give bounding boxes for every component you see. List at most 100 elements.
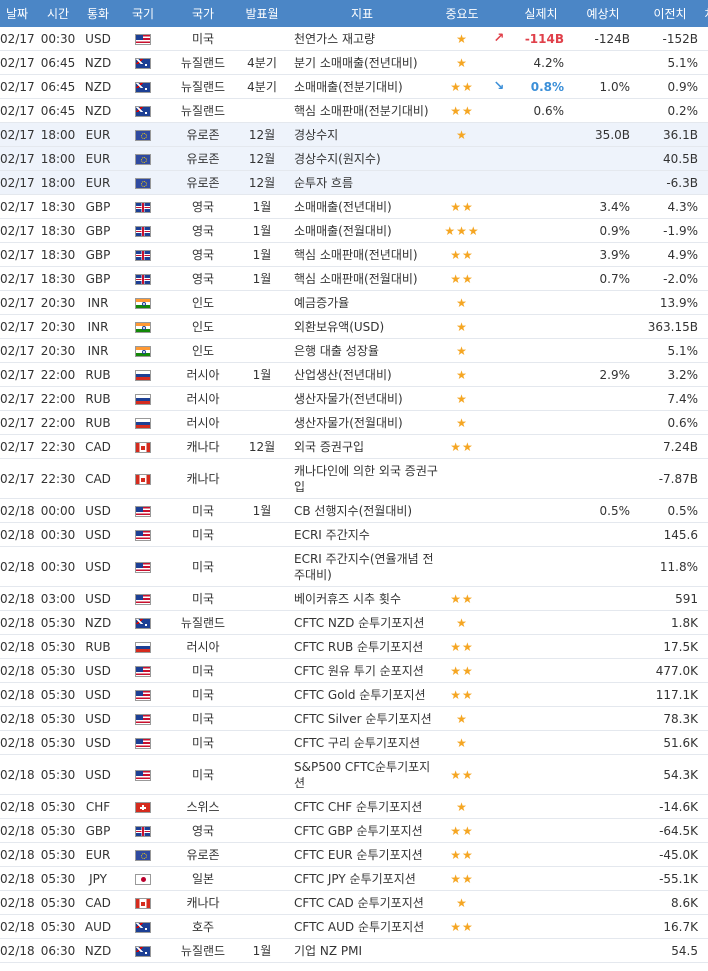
country-cell: 러시아 [168, 634, 238, 659]
us-flag-icon [135, 665, 151, 677]
table-row[interactable]: 02/17 06:45 NZD 뉴질랜드 핵심 소매판매(전분기대비) ★★ 0.6% 0.2… [0, 98, 708, 123]
table-row[interactable]: 02/18 05:30 AUD 호주 CFTC AUD 순투기포지션 ★★ 16.7K [0, 914, 708, 939]
period-cell [238, 610, 286, 635]
date-cell: 02/18 [0, 522, 38, 547]
forecast-cell [570, 98, 636, 123]
table-row[interactable]: 02/17 20:30 INR 인도 은행 대출 성장율 ★ 5.1% [0, 338, 708, 363]
header-date[interactable]: 날짜 [0, 0, 38, 27]
table-row[interactable]: 02/17 22:30 CAD 캐나다 캐나다인에 의한 외국 증권구입 -7.87B [0, 458, 708, 499]
header-indicator[interactable]: 지표 [286, 0, 438, 27]
importance-stars-icon: ★★ [450, 247, 474, 262]
importance-cell: ★ [438, 50, 486, 75]
table-row[interactable]: 02/18 00:00 USD 미국 1월 CB 선행지수(전월대비) 0.5% 0.5% [0, 498, 708, 523]
table-row[interactable]: 02/17 18:30 GBP 영국 1월 핵심 소매판매(전년대비) ★★ 3.9% 4.9% [0, 242, 708, 267]
date-cell: 02/17 [0, 362, 38, 387]
indicator-cell: CFTC 구리 순투기포지션 [286, 730, 438, 755]
header-extra[interactable]: 차 [704, 0, 708, 27]
table-row[interactable]: 02/18 05:30 CAD 캐나다 CFTC CAD 순투기포지션 ★ 8.6K [0, 890, 708, 915]
date-cell: 02/18 [0, 754, 38, 795]
table-row[interactable]: 02/18 00:30 USD 미국 ECRI 주간지수(연율개념 전주대비) 11.8% [0, 546, 708, 587]
table-row[interactable]: 02/17 06:45 NZD 뉴질랜드 4분기 소매매출(전분기대비) ★★ ↘ 0.8% 1.… [0, 74, 708, 99]
gb-flag-icon [135, 249, 151, 261]
table-row[interactable]: 02/17 18:00 EUR 유로존 12월 경상수지(원지수) 40.5B [0, 146, 708, 171]
extra-cell [704, 658, 708, 683]
importance-cell: ★ [438, 610, 486, 635]
date-cell: 02/17 [0, 122, 38, 147]
table-row[interactable]: 02/18 05:30 CHF 스위스 CFTC CHF 순투기포지션 ★ -14.6K [0, 794, 708, 819]
extra-cell [704, 682, 708, 707]
importance-cell: ★ [438, 314, 486, 339]
flag-cell [118, 842, 168, 867]
eu-flag-icon [135, 153, 151, 165]
table-row[interactable]: 02/17 18:30 GBP 영국 1월 소매매출(전월대비) ★★★ 0.9% -1.9% [0, 218, 708, 243]
flag-cell [118, 658, 168, 683]
table-row[interactable]: 02/18 03:00 USD 미국 베이커휴즈 시추 횟수 ★★ 591 [0, 586, 708, 611]
table-row[interactable]: 02/18 05:30 USD 미국 CFTC Silver 순투기포지션 ★ 78.3K [0, 706, 708, 731]
header-actual[interactable]: 실제치 [512, 0, 570, 27]
extra-cell [704, 266, 708, 291]
table-row[interactable]: 02/18 05:30 EUR 유로존 CFTC EUR 순투기포지션 ★★ -45.0K [0, 842, 708, 867]
header-time[interactable]: 시간 [38, 0, 78, 27]
extra-cell [704, 218, 708, 243]
table-row[interactable]: 02/17 22:30 CAD 캐나다 12월 외국 증권구입 ★★ 7.24B [0, 434, 708, 459]
table-row[interactable]: 02/17 18:30 GBP 영국 1월 핵심 소매판매(전월대비) ★★ 0.7% -2.0… [0, 266, 708, 291]
table-row[interactable]: 02/17 20:30 INR 인도 예금증가율 ★ 13.9% [0, 290, 708, 315]
time-cell: 05:30 [38, 794, 78, 819]
table-row[interactable]: 02/18 05:30 NZD 뉴질랜드 CFTC NZD 순투기포지션 ★ 1.8K [0, 610, 708, 635]
table-row[interactable]: 02/18 06:30 NZD 뉴질랜드 1월 기업 NZ PMI 54.5 [0, 938, 708, 963]
currency-cell: NZD [78, 610, 118, 635]
importance-cell: ★★ [438, 194, 486, 219]
table-row[interactable]: 02/17 18:00 EUR 유로존 12월 순투자 흐름 -6.3B [0, 170, 708, 195]
previous-cell: 78.3K [636, 706, 704, 731]
ru-flag-icon [135, 369, 151, 381]
table-row[interactable]: 02/17 22:00 RUB 러시아 생산자물가(전년대비) ★ 7.4% [0, 386, 708, 411]
extra-cell [704, 410, 708, 435]
period-cell [238, 410, 286, 435]
table-row[interactable]: 02/17 20:30 INR 인도 외환보유액(USD) ★ 363.15B [0, 314, 708, 339]
table-row[interactable]: 02/17 18:30 GBP 영국 1월 소매매출(전년대비) ★★ 3.4% 4.3% [0, 194, 708, 219]
table-row[interactable]: 02/18 05:30 JPY 일본 CFTC JPY 순투기포지션 ★★ -55.1K [0, 866, 708, 891]
header-previous[interactable]: 이전치 [636, 0, 704, 27]
header-period[interactable]: 발표월 [238, 0, 286, 27]
header-flag[interactable]: 국기 [118, 0, 168, 27]
currency-cell: GBP [78, 818, 118, 843]
extra-cell [704, 938, 708, 963]
flag-cell [118, 706, 168, 731]
table-row[interactable]: 02/17 18:00 EUR 유로존 12월 경상수지 ★ 35.0B 36.1B [0, 122, 708, 147]
table-row[interactable]: 02/17 22:00 RUB 러시아 생산자물가(전월대비) ★ 0.6% [0, 410, 708, 435]
currency-cell: JPY [78, 866, 118, 891]
indicator-cell: CFTC 원유 투기 순포지션 [286, 658, 438, 683]
table-row[interactable]: 02/18 05:30 GBP 영국 CFTC GBP 순투기포지션 ★★ -64.5K [0, 818, 708, 843]
table-row[interactable]: 02/18 05:30 USD 미국 S&P500 CFTC순투기포지션 ★★ 54.3K [0, 754, 708, 795]
indicator-cell: CFTC CAD 순투기포지션 [286, 890, 438, 915]
flag-cell [118, 27, 168, 51]
period-cell: 1월 [238, 266, 286, 291]
table-row[interactable]: 02/17 06:45 NZD 뉴질랜드 4분기 분기 소매매출(전년대비) ★ 4.2% 5.… [0, 50, 708, 75]
indicator-cell: CFTC CHF 순투기포지션 [286, 794, 438, 819]
actual-cell [512, 914, 570, 939]
table-row[interactable]: 02/17 22:00 RUB 러시아 1월 산업생산(전년대비) ★ 2.9% 3.2% [0, 362, 708, 387]
indicator-cell: CFTC JPY 순투기포지션 [286, 866, 438, 891]
flag-cell [118, 170, 168, 195]
forecast-cell [570, 842, 636, 867]
header-currency[interactable]: 통화 [78, 0, 118, 27]
extra-cell [704, 338, 708, 363]
time-cell: 22:00 [38, 386, 78, 411]
table-row[interactable]: 02/18 05:30 USD 미국 CFTC 원유 투기 순포지션 ★★ 477.0K [0, 658, 708, 683]
header-trend [486, 0, 512, 27]
table-row[interactable]: 02/18 00:30 USD 미국 ECRI 주간지수 145.6 [0, 522, 708, 547]
table-row[interactable]: 02/17 00:30 USD 미국 천연가스 재고량 ★ ↗ -114B -124B -152B [0, 27, 708, 51]
trend-cell [486, 242, 512, 267]
table-row[interactable]: 02/18 05:30 RUB 러시아 CFTC RUB 순투기포지션 ★★ 17.5K [0, 634, 708, 659]
table-row[interactable]: 02/18 05:30 USD 미국 CFTC 구리 순투기포지션 ★ 51.6K [0, 730, 708, 755]
previous-cell: -14.6K [636, 794, 704, 819]
currency-cell: NZD [78, 74, 118, 99]
header-forecast[interactable]: 예상치 [570, 0, 636, 27]
date-cell: 02/18 [0, 730, 38, 755]
header-country[interactable]: 국가 [168, 0, 238, 27]
table-row[interactable]: 02/18 05:30 USD 미국 CFTC Gold 순투기포지션 ★★ 117.1K [0, 682, 708, 707]
currency-cell: INR [78, 338, 118, 363]
header-importance[interactable]: 중요도 [438, 0, 486, 27]
previous-cell: 1.8K [636, 610, 704, 635]
flag-cell [118, 122, 168, 147]
